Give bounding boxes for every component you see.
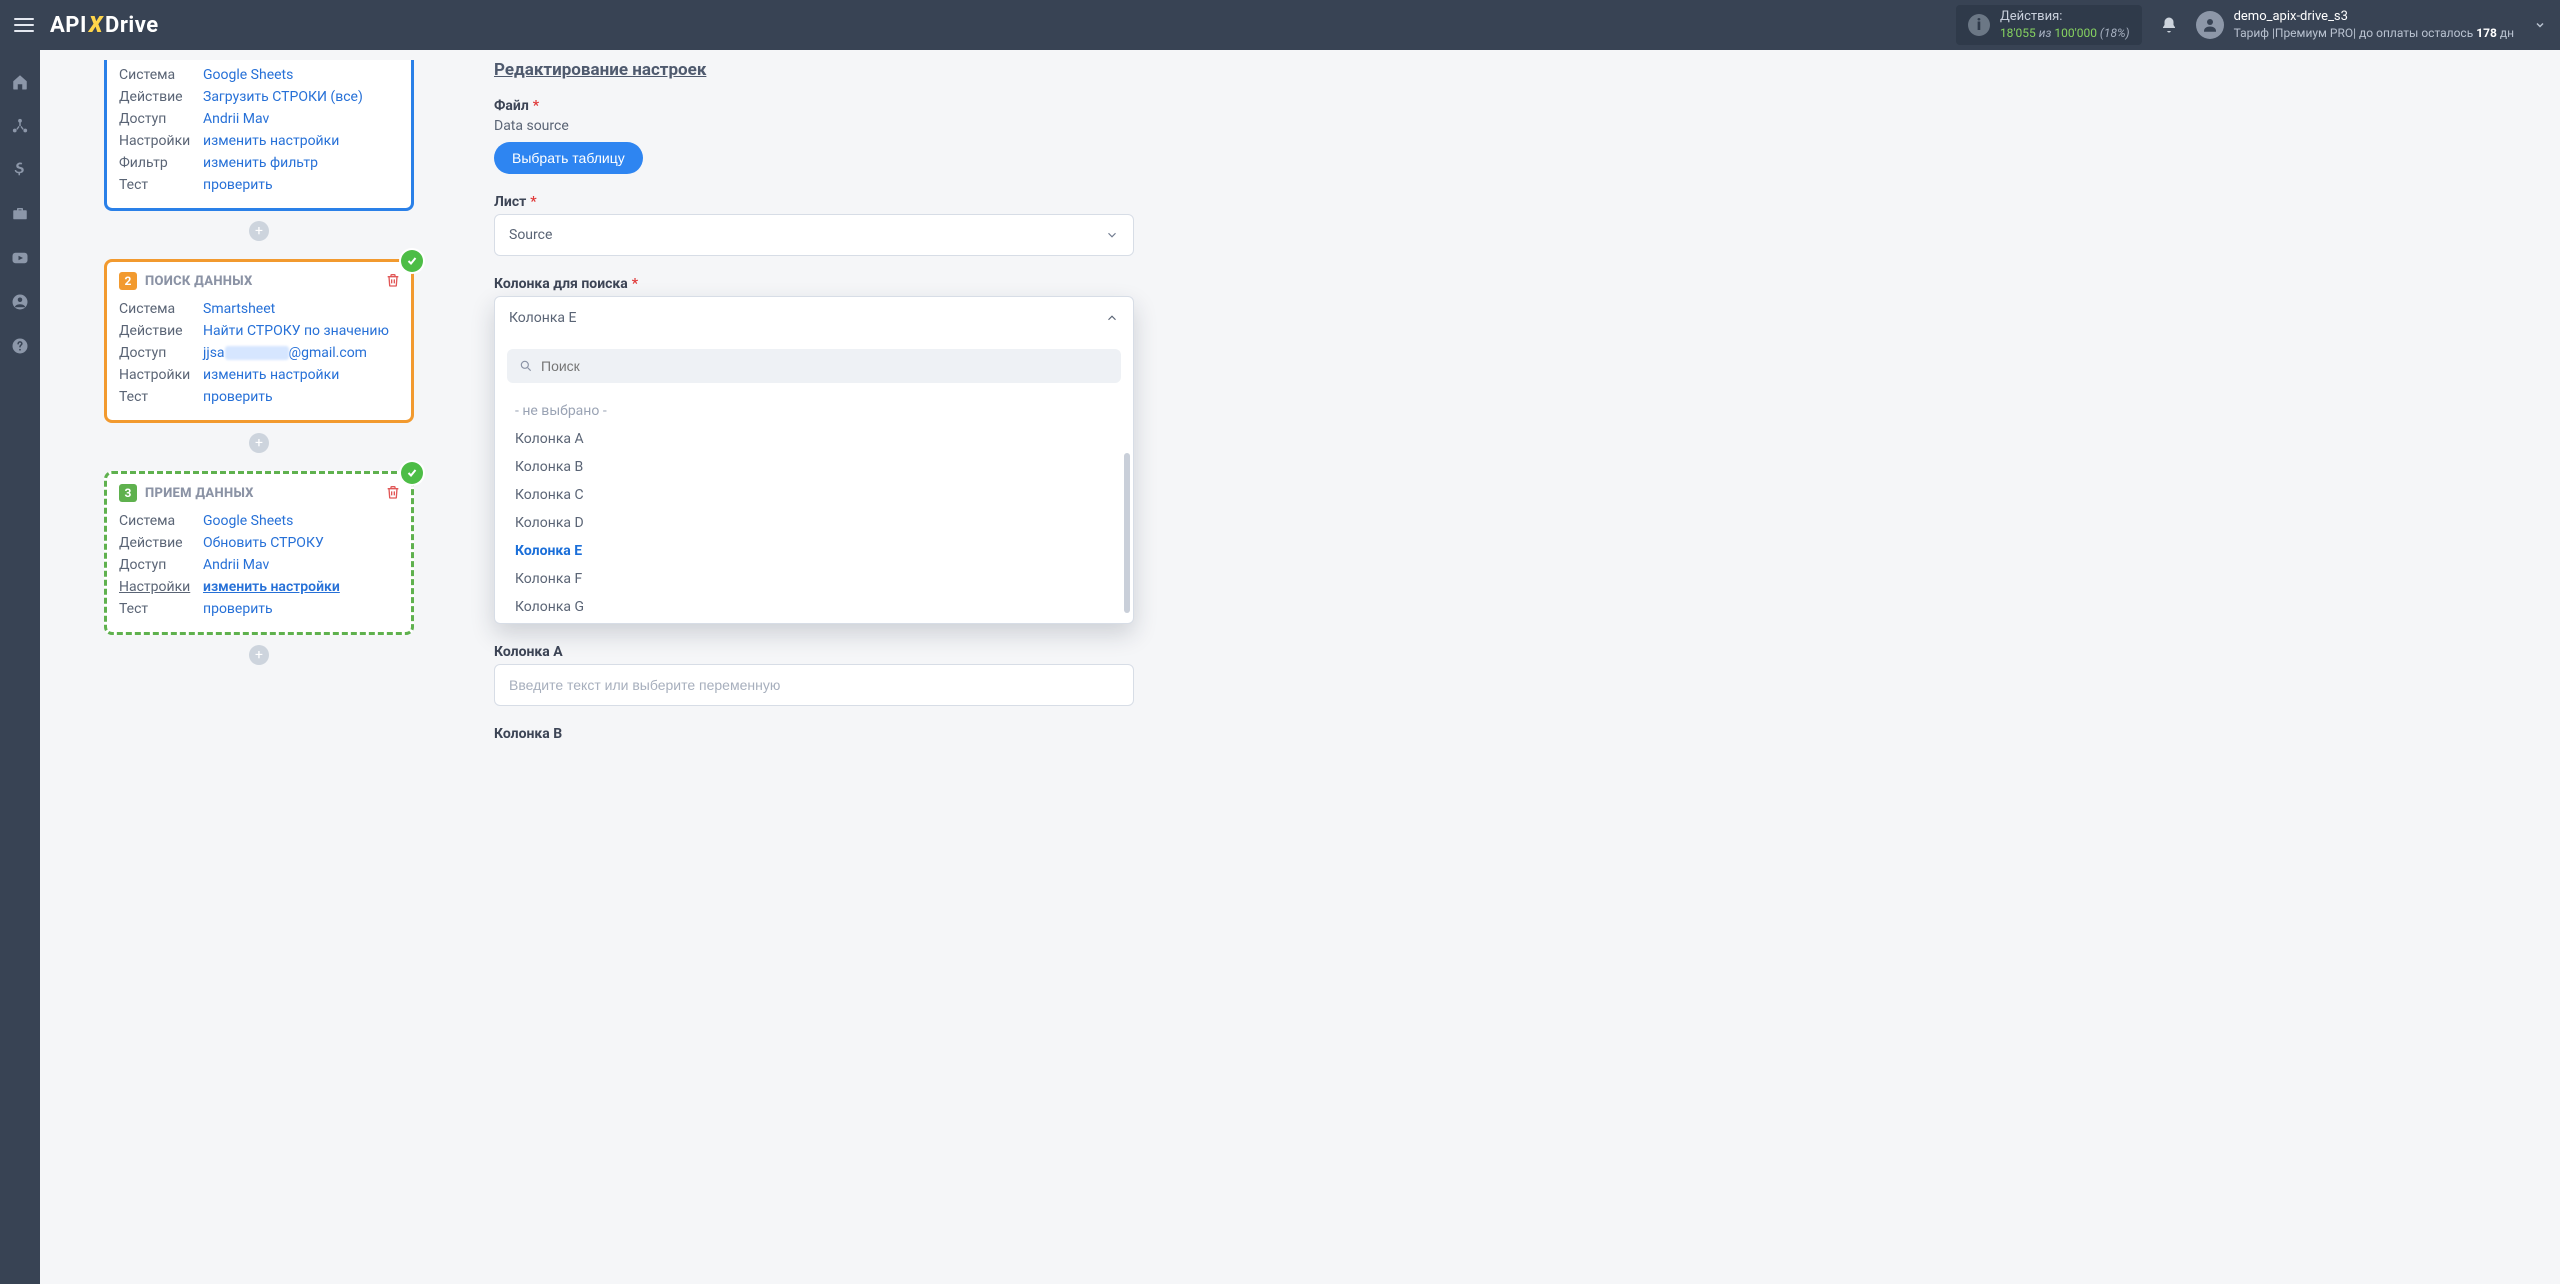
step2-test-link[interactable]: проверить — [203, 389, 273, 405]
step3-access-link[interactable]: Andrii Mav — [203, 557, 269, 573]
nav-help-icon[interactable] — [0, 326, 40, 366]
field-search-column: Колонка для поиска* Колонка E - не выбра… — [494, 276, 1134, 624]
actions-total: 100'000 — [2054, 26, 2097, 40]
step1-filter-link[interactable]: изменить фильтр — [203, 155, 318, 171]
step1-system-link[interactable]: Google Sheets — [203, 67, 293, 83]
actions-label: Действия: — [2000, 9, 2130, 26]
actions-counter[interactable]: i Действия: 18'055 из 100'000 (18%) — [1956, 5, 2142, 45]
header-right: i Действия: 18'055 из 100'000 (18%) demo… — [1956, 5, 2546, 45]
step2-system-link[interactable]: Smartsheet — [203, 301, 275, 317]
tariff-days: 178 — [2476, 26, 2497, 40]
add-step-button-3[interactable]: + — [249, 645, 269, 665]
dropdown-search — [507, 349, 1121, 383]
step3-complete-icon — [401, 462, 423, 484]
search-icon — [519, 359, 533, 373]
step3-settings-link[interactable]: изменить настройки — [203, 579, 340, 595]
logo-part-drive: Drive — [105, 13, 159, 38]
form-title: Редактирование настроек — [494, 60, 1134, 80]
step3-action-link[interactable]: Обновить СТРОКУ — [203, 535, 324, 551]
blurred-text — [225, 346, 289, 360]
choose-table-button[interactable]: Выбрать таблицу — [494, 142, 643, 174]
scrollbar-thumb[interactable] — [1124, 453, 1130, 613]
step3-delete-button[interactable] — [385, 484, 401, 500]
step2-number: 2 — [119, 272, 137, 290]
dropdown-list: - не выбрано - Колонка A Колонка B Колон… — [495, 393, 1133, 623]
user-name: demo_apix-drive_s3 — [2234, 9, 2514, 26]
step2-settings-link[interactable]: изменить настройки — [203, 367, 339, 383]
user-text: demo_apix-drive_s3 Тариф |Премиум PRO| д… — [2234, 9, 2514, 41]
option-col-e[interactable]: Колонка E — [495, 537, 1133, 565]
sheet-select[interactable]: Source — [494, 214, 1134, 256]
field-col-a: Колонка A — [494, 644, 1134, 706]
actions-text: Действия: 18'055 из 100'000 (18%) — [2000, 9, 2130, 41]
step1-test-link[interactable]: проверить — [203, 177, 273, 193]
file-name: Data source — [494, 118, 1134, 134]
step-card-destination: 3 ПРИЕМ ДАННЫХ СистемаGoogle Sheets Дейс… — [104, 471, 414, 635]
page: СистемаGoogle Sheets ДействиеЗагрузить С… — [40, 50, 2560, 786]
field-col-b: Колонка B — [494, 726, 1134, 742]
chevron-down-icon — [2534, 19, 2546, 31]
logo[interactable]: API X Drive — [50, 13, 159, 38]
required-mark: * — [533, 98, 539, 114]
step2-complete-icon — [401, 250, 423, 272]
step-card-search: 2 ПОИСК ДАННЫХ СистемаSmartsheet Действи… — [104, 259, 414, 423]
dropdown-search-input[interactable] — [541, 358, 1109, 374]
actions-percent: (18%) — [2100, 26, 2130, 40]
step2-title: ПОИСК ДАННЫХ — [145, 274, 253, 289]
nav-youtube-icon[interactable] — [0, 238, 40, 278]
chevron-down-icon — [1105, 228, 1119, 242]
tariff-suffix: дн — [2497, 26, 2514, 40]
step3-number: 3 — [119, 484, 137, 502]
add-step-button-2[interactable]: + — [249, 433, 269, 453]
step1-settings-link[interactable]: изменить настройки — [203, 133, 339, 149]
add-step-button-1[interactable]: + — [249, 221, 269, 241]
step2-delete-button[interactable] — [385, 272, 401, 288]
chevron-up-icon — [1105, 311, 1119, 325]
notifications-icon[interactable] — [2160, 16, 2178, 34]
nav-connections-icon[interactable] — [0, 106, 40, 146]
logo-part-api: API — [50, 13, 87, 38]
header-left: API X Drive — [14, 13, 159, 38]
tariff-prefix: Тариф |Премиум PRO| до оплаты осталось — [2234, 26, 2477, 40]
field-file: Файл* Data source Выбрать таблицу — [494, 98, 1134, 174]
step-card-source: СистемаGoogle Sheets ДействиеЗагрузить С… — [104, 60, 414, 211]
sheet-value: Source — [509, 227, 552, 243]
step1-action-link[interactable]: Загрузить СТРОКИ (все) — [203, 89, 363, 105]
step2-access-link[interactable]: jjsa@gmail.com — [203, 345, 367, 361]
option-col-g[interactable]: Колонка G — [495, 593, 1133, 621]
steps-column: СистемаGoogle Sheets ДействиеЗагрузить С… — [40, 60, 464, 746]
avatar-icon — [2196, 11, 2224, 39]
settings-form: Редактирование настроек Файл* Data sourc… — [494, 60, 1134, 746]
nav-account-icon[interactable] — [0, 282, 40, 322]
option-col-f[interactable]: Колонка F — [495, 565, 1133, 593]
field-sheet: Лист* Source — [494, 194, 1134, 256]
dropdown-toggle[interactable]: Колонка E — [495, 297, 1133, 339]
step1-access-link[interactable]: Andrii Mav — [203, 111, 269, 127]
actions-used: 18'055 — [2000, 26, 2036, 40]
search-column-dropdown: Колонка E - не выбрано - Колонка A Колон… — [494, 296, 1134, 624]
actions-of: из — [2039, 26, 2052, 40]
step3-test-link[interactable]: проверить — [203, 601, 273, 617]
option-col-b[interactable]: Колонка B — [495, 453, 1133, 481]
dropdown-value: Колонка E — [509, 310, 576, 326]
info-icon: i — [1968, 14, 1990, 36]
col-a-input[interactable] — [494, 664, 1134, 706]
option-none[interactable]: - не выбрано - — [495, 397, 1133, 425]
step2-action-link[interactable]: Найти СТРОКУ по значению — [203, 323, 389, 339]
menu-toggle[interactable] — [14, 18, 34, 32]
app-header: API X Drive i Действия: 18'055 из 100'00… — [0, 0, 2560, 50]
nav-home-icon[interactable] — [0, 62, 40, 102]
logo-part-x: X — [89, 13, 103, 38]
user-menu[interactable]: demo_apix-drive_s3 Тариф |Премиум PRO| д… — [2196, 9, 2546, 41]
side-nav — [0, 50, 40, 1284]
step3-system-link[interactable]: Google Sheets — [203, 513, 293, 529]
option-col-a[interactable]: Колонка A — [495, 425, 1133, 453]
nav-billing-icon[interactable] — [0, 150, 40, 190]
option-col-c[interactable]: Колонка C — [495, 481, 1133, 509]
step3-title: ПРИЕМ ДАННЫХ — [145, 486, 254, 501]
nav-briefcase-icon[interactable] — [0, 194, 40, 234]
option-col-d[interactable]: Колонка D — [495, 509, 1133, 537]
